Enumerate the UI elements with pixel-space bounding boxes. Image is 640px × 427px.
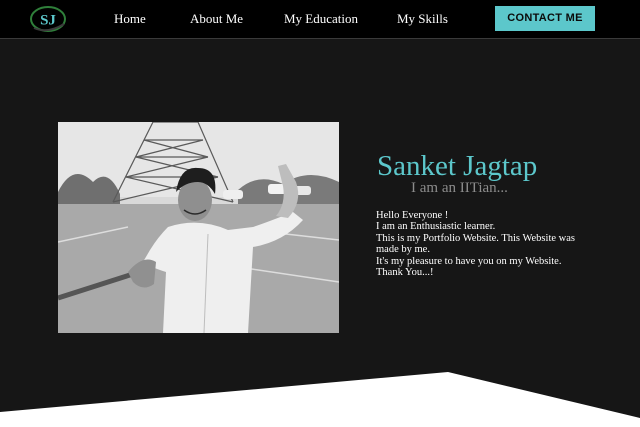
portfolio-page: SJ Home About Me My Education My Skills …	[0, 0, 640, 427]
section-divider-shape	[0, 372, 640, 427]
